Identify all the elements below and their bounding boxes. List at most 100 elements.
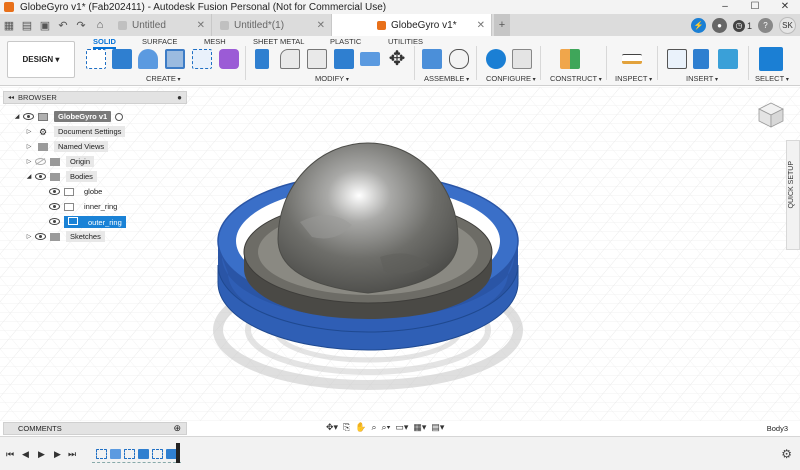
close-window-button[interactable]: ✕ [770,0,800,14]
new-tab-icon[interactable]: + [494,14,510,36]
viewcube[interactable] [756,99,786,129]
inspect-menu[interactable]: INSPECT [615,74,652,83]
visibility-eye-icon[interactable] [22,113,34,121]
create-sketch-icon[interactable] [86,49,106,69]
close-tab-icon[interactable]: ✕ [197,20,205,31]
tree-item-named-views[interactable]: ▷ Named Views [3,139,187,154]
tree-item-outer-ring[interactable]: outer_ring [3,214,187,229]
visibility-eye-icon[interactable] [48,218,60,226]
configure-menu[interactable]: CONFIGURE [486,74,536,83]
grid-settings-icon[interactable]: ▦▾ [413,422,426,433]
revolve-icon[interactable] [138,49,158,69]
offset-plane-icon[interactable] [560,49,580,69]
timeline-sketch-icon[interactable] [152,448,163,459]
comments-panel[interactable]: COMMENTS ⊕ [3,422,187,435]
zoom-icon[interactable]: ⌕ [371,422,376,433]
fillet-icon[interactable] [280,49,300,69]
display-settings-icon[interactable]: ▭▾ [395,422,408,433]
add-comment-icon[interactable]: ⊕ [173,423,181,434]
tab-mesh[interactable]: MESH [204,37,226,46]
maximize-button[interactable]: ☐ [740,0,770,14]
pattern-icon[interactable] [192,49,212,69]
fit-icon[interactable]: ⌕▾ [382,422,391,433]
hidden-eye-icon[interactable] [34,158,46,166]
orbit-icon[interactable]: ✥▾ [326,422,338,433]
extrude-icon[interactable] [112,49,132,69]
new-component-icon[interactable] [422,49,442,69]
file-menu-icon[interactable]: ▤ [18,14,36,36]
tree-item-origin[interactable]: ▷ Origin [3,154,187,169]
play-icon[interactable]: ▶ [38,449,45,460]
construct-menu[interactable]: CONSTRUCT [550,74,602,83]
expand-arrow-icon[interactable]: ▷ [24,143,34,150]
expand-arrow-icon[interactable]: ◢ [24,173,34,180]
tree-item-sketches[interactable]: ▷ Sketches [3,229,187,244]
close-tab-icon[interactable]: ✕ [477,20,485,31]
collapse-icon[interactable]: ◂◂ [8,94,14,101]
timeline-revolve-icon[interactable] [110,448,121,459]
help-icon[interactable]: ? [758,18,773,33]
expand-arrow-icon[interactable]: ◢ [12,113,22,120]
undo-icon[interactable]: ↶ [54,14,72,36]
data-panel-icon[interactable]: ▦ [0,14,18,36]
create-form-icon[interactable] [219,49,239,69]
create-menu[interactable]: CREATE [146,74,181,83]
tree-item-bodies[interactable]: ◢ Bodies [3,169,187,184]
expand-arrow-icon[interactable]: ▷ [24,233,34,240]
pin-icon[interactable]: ● [177,93,182,102]
step-forward-icon[interactable]: ▶ [54,449,61,460]
tab-plastic[interactable]: PLASTIC [330,37,361,46]
tab-sheet-metal[interactable]: SHEET METAL [253,37,304,46]
press-pull-icon[interactable] [255,49,269,69]
step-back-icon[interactable]: ◀ [22,449,29,460]
measure-icon[interactable] [622,54,642,64]
minimize-button[interactable]: – [710,0,740,14]
timeline-marker[interactable] [176,443,180,463]
modify-menu[interactable]: MODIFY [315,74,349,83]
activate-radio-icon[interactable] [115,112,124,121]
combine-icon[interactable] [360,52,380,66]
job-status[interactable]: ◷ 1 [732,19,752,32]
save-icon[interactable]: ▣ [36,14,54,36]
timeline-extrude-icon[interactable] [138,448,149,459]
notifications-icon[interactable]: ● [711,18,727,33]
tab-globegyro[interactable]: GlobeGyro v1* ✕ [332,14,492,36]
joint-icon[interactable] [449,49,469,69]
timeline-sketch-icon[interactable] [124,448,135,459]
expand-arrow-icon[interactable]: ▷ [24,158,34,165]
shell-icon[interactable] [334,49,354,69]
expand-arrow-icon[interactable]: ▷ [24,128,34,135]
visibility-eye-icon[interactable] [48,188,60,196]
tab-utilities[interactable]: UTILITIES [388,37,423,46]
go-to-end-icon[interactable]: ⏭ [68,449,76,460]
timeline-settings-gear-icon[interactable]: ⚙ [781,447,792,461]
tab-surface[interactable]: SURFACE [142,37,177,46]
select-icon[interactable] [759,47,783,71]
timeline-track[interactable] [92,445,181,463]
assemble-menu[interactable]: ASSEMBLE [424,74,469,83]
visibility-eye-icon[interactable] [34,233,46,241]
insert-mcmaster-icon[interactable] [693,49,709,69]
hole-icon[interactable] [165,49,185,69]
tree-root[interactable]: ◢ GlobeGyro v1 [3,109,187,124]
visibility-eye-icon[interactable] [48,203,60,211]
configure-icon[interactable] [486,49,506,69]
tree-item-document-settings[interactable]: ▷ ⚙ Document Settings [3,124,187,139]
quick-setup-panel[interactable]: QUICK SETUP [786,140,800,250]
tree-item-globe[interactable]: globe [3,184,187,199]
user-avatar[interactable]: SK [779,17,796,34]
timeline-sketch-icon[interactable] [96,448,107,459]
redo-icon[interactable]: ↷ [72,14,90,36]
look-at-icon[interactable]: ⎘ [343,422,350,433]
insert-derive-icon[interactable] [667,49,687,69]
insert-menu[interactable]: INSERT [686,74,718,83]
select-menu[interactable]: SELECT [755,74,789,83]
viewports-icon[interactable]: ▤▾ [431,422,444,433]
browser-header[interactable]: ◂◂ BROWSER ● [3,91,187,104]
pan-icon[interactable]: ✋ [355,422,366,433]
close-tab-icon[interactable]: ✕ [317,20,325,31]
tree-item-inner-ring[interactable]: inner_ring [3,199,187,214]
insert-canvas-icon[interactable] [718,49,738,69]
chamfer-icon[interactable] [307,49,327,69]
home-icon[interactable]: ⌂ [90,14,110,36]
